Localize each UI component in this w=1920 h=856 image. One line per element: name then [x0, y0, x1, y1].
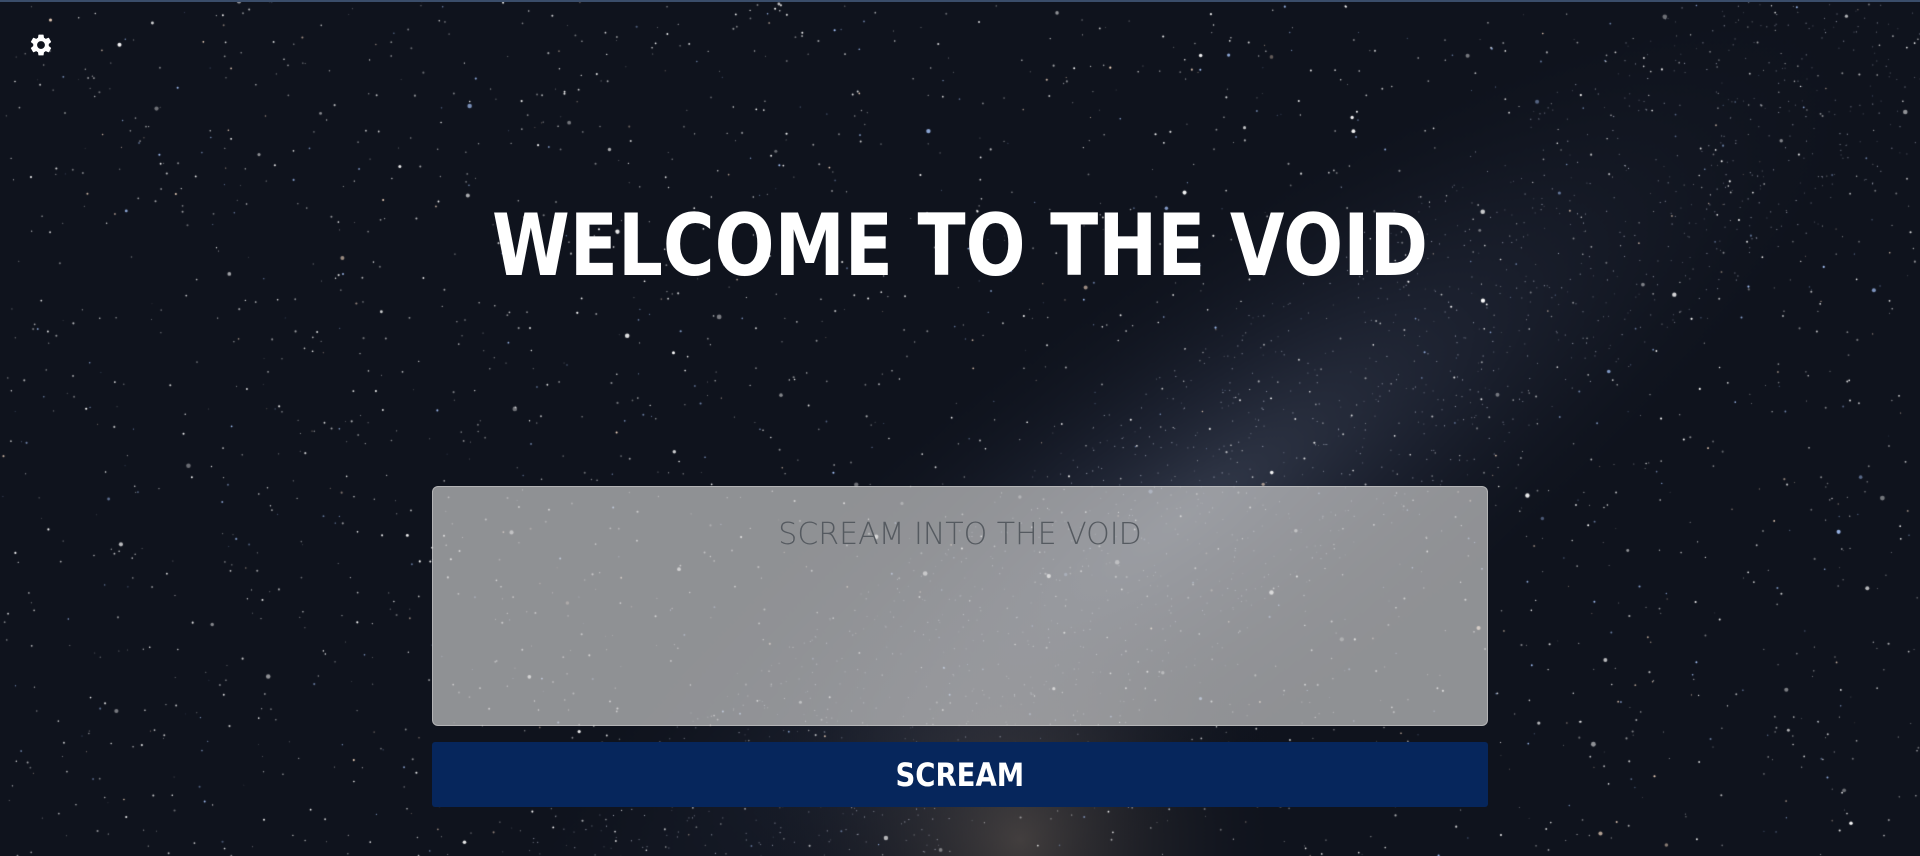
gear-icon — [30, 34, 52, 56]
starfield-background — [0, 0, 1920, 856]
scream-button[interactable]: SCREAM — [432, 742, 1488, 807]
window-top-border — [0, 0, 1920, 2]
scream-button-label: SCREAM — [895, 755, 1025, 794]
page-title: WELCOME TO THE VOID — [491, 196, 1429, 296]
scream-input[interactable] — [432, 486, 1488, 726]
settings-button[interactable] — [26, 30, 56, 60]
